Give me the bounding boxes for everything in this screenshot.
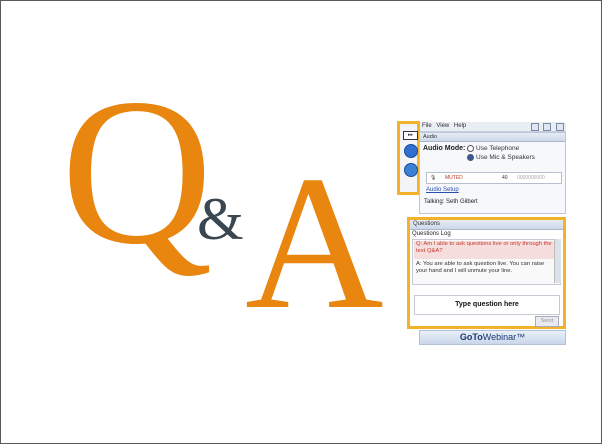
restore-icon[interactable] (543, 123, 552, 131)
mic-muted-label: MUTED (445, 175, 463, 181)
speaker-level: 0000000000 (517, 175, 545, 181)
a-letter: A (245, 136, 384, 349)
menu-view[interactable]: View (436, 122, 449, 131)
audio-mode-label: Audio Mode: (423, 145, 466, 152)
questions-log: Q: Am I able to ask questions live or on… (412, 239, 561, 285)
questions-log-label: Questions Log (412, 231, 451, 237)
close-icon[interactable] (556, 123, 564, 131)
slide: Q & A File View Help ▸▸ Audio Audio Mode… (0, 0, 602, 444)
hand-raise-icon[interactable] (404, 163, 418, 177)
menu-bar: File View Help (419, 122, 566, 132)
send-button[interactable]: Send (535, 316, 559, 327)
gotowebinar-panel: File View Help ▸▸ Audio Audio Mode: Use … (395, 119, 570, 345)
q-letter: Q (61, 56, 213, 288)
audio-setup-link[interactable]: Audio Setup (426, 187, 459, 193)
talking-status: Talking: Seth Gilbert (424, 199, 478, 205)
radio-telephone[interactable] (467, 145, 474, 152)
speaker-volume: 40 (502, 175, 508, 181)
audio-panel: Audio Audio Mode: Use Telephone Use Mic … (419, 132, 566, 214)
screen-icon[interactable] (404, 144, 418, 158)
questions-header[interactable]: Questions (410, 220, 563, 230)
mic-speakers-option[interactable]: Use Mic & Speakers (467, 154, 535, 161)
radio-mic-speakers[interactable] (467, 154, 474, 161)
gotowebinar-logo: GoToWebinar™ (419, 330, 566, 345)
question-input[interactable]: Type question here (414, 295, 560, 315)
audio-header[interactable]: Audio (420, 133, 565, 142)
ampersand: & (197, 186, 244, 252)
questions-panel: Questions Questions Log Q: Am I able to … (407, 217, 566, 329)
audio-level-bar: 🎙 MUTED 40 0000000000 (426, 172, 562, 184)
collapse-panel-button[interactable]: ▸▸ (403, 131, 418, 140)
answer-entry: A: You are able to ask question live. Yo… (416, 261, 545, 274)
minimize-icon[interactable] (530, 123, 539, 131)
menu-file[interactable]: File (422, 122, 432, 131)
window-controls (528, 123, 564, 131)
question-entry: Q: Am I able to ask questions live or on… (414, 241, 557, 259)
questions-scrollbar[interactable] (554, 239, 561, 283)
microphone-icon[interactable]: 🎙 (430, 173, 436, 183)
control-sidebar: ▸▸ (397, 121, 420, 195)
menu-help[interactable]: Help (454, 122, 466, 131)
telephone-option[interactable]: Use Telephone (467, 145, 519, 152)
